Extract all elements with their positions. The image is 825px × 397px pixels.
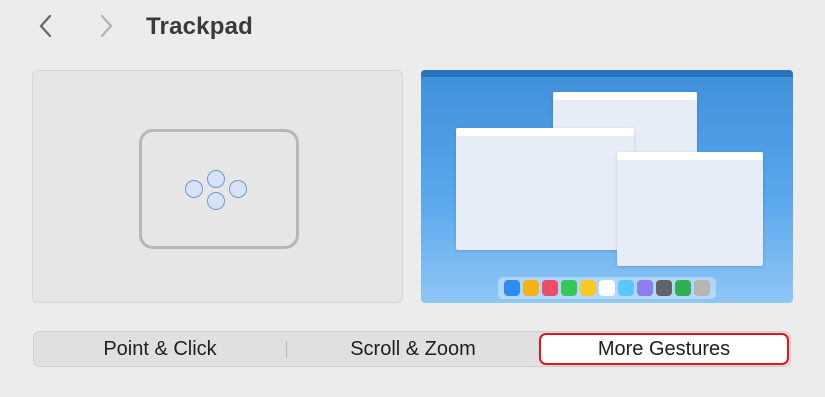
tab-more-gestures[interactable]: More Gestures [539,333,789,365]
finger-dot [229,180,247,198]
mini-window [456,128,634,250]
trackpad-four-finger-icon [139,129,299,249]
tab-point-click[interactable]: Point & Click [34,332,286,366]
dock-app-icon [637,280,653,296]
page-title: Trackpad [146,13,253,40]
finger-dot [207,170,225,188]
forward-button[interactable] [92,12,120,40]
back-button[interactable] [32,12,60,40]
mini-window [617,152,763,266]
dock-app-icon [580,280,596,296]
menu-bar-strip [421,70,793,77]
dock-app-icon [523,280,539,296]
gesture-illustration-panel [421,70,793,303]
dock-app-icon [561,280,577,296]
dock-app-icon [599,280,615,296]
tab-scroll-zoom[interactable]: Scroll & Zoom [286,332,540,366]
chevron-right-icon [100,14,113,38]
finger-dot [207,192,225,210]
dock-app-icon [618,280,634,296]
dock-app-icon [675,280,691,296]
dock-app-icon [656,280,672,296]
dock-app-icon [694,280,710,296]
dock-app-icon [542,280,558,296]
dock [498,277,716,299]
finger-dot [185,180,203,198]
dock-app-icon [504,280,520,296]
trackpad-preview-panel [32,70,403,303]
chevron-left-icon [39,14,52,38]
